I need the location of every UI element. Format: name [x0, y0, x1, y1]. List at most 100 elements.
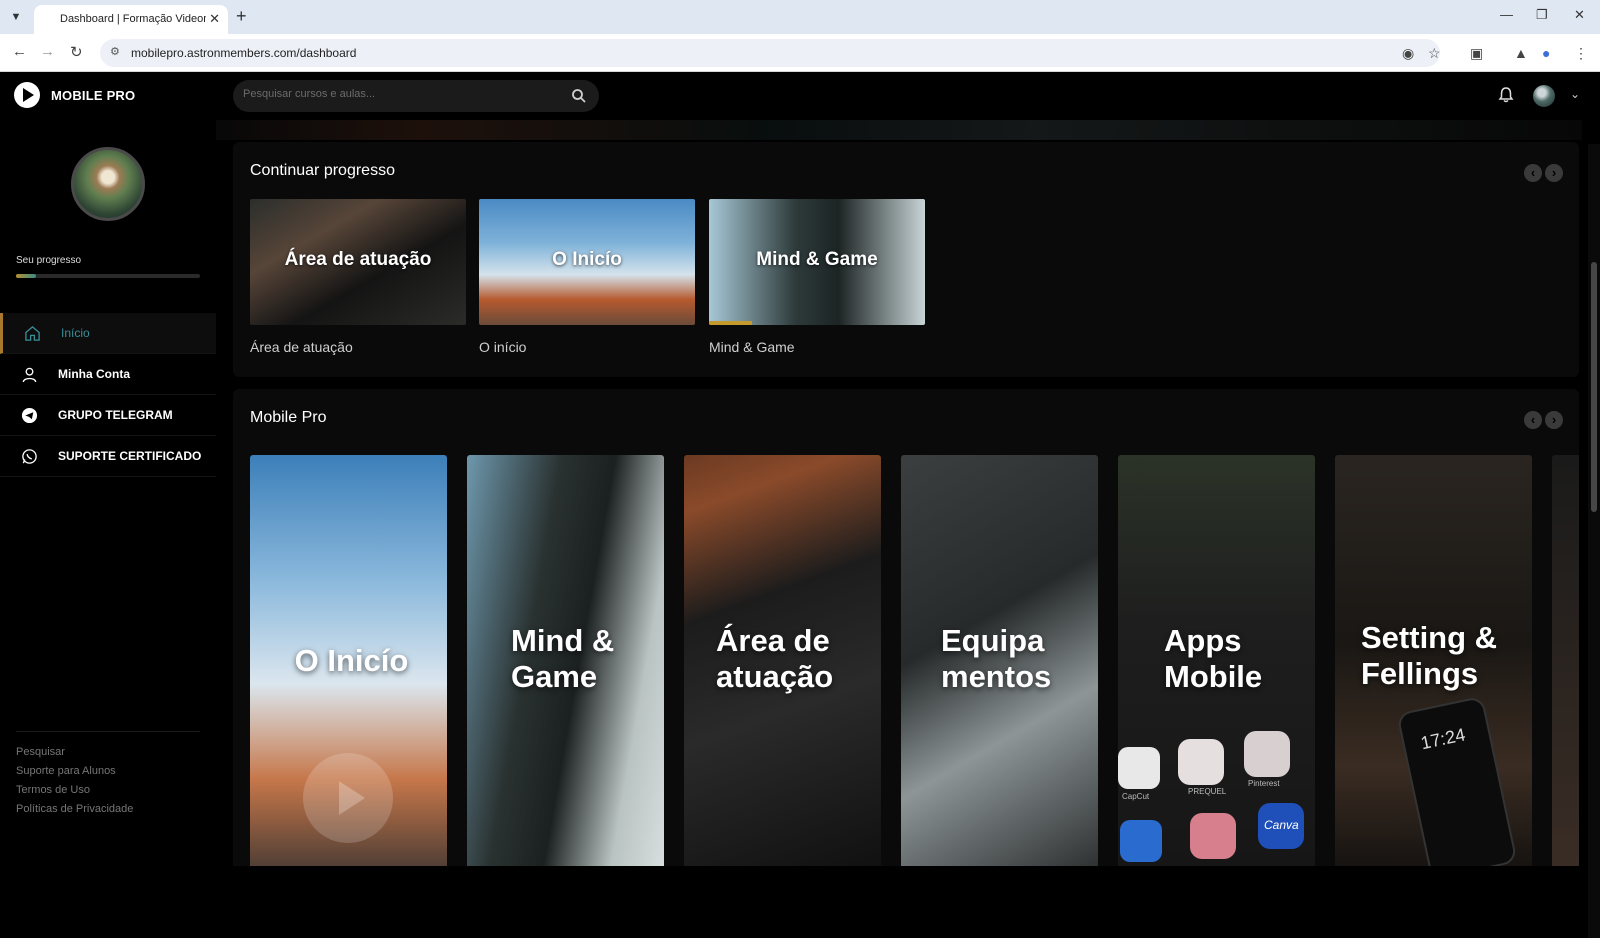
labs-icon[interactable]: ▲ — [1514, 45, 1528, 61]
scrollbar-thumb[interactable] — [1591, 262, 1597, 512]
progress-bar — [16, 274, 200, 278]
extensions-icon[interactable]: ▣ — [1470, 45, 1483, 62]
browser-tab[interactable]: Dashboard | Formação Videomaker Mobile P… — [34, 5, 228, 34]
chevron-down-icon[interactable]: ⌄ — [1570, 87, 1580, 101]
card-caption: O início — [479, 339, 527, 355]
poster-title: Equipa mentos — [941, 623, 1052, 694]
thumbnail-title: O Inicío — [552, 249, 622, 270]
course-poster[interactable]: Equipa mentos — [901, 455, 1098, 866]
chevron-left-icon[interactable]: ‹ — [1524, 164, 1542, 182]
course-poster[interactable]: Setting & Fellings 17:24 — [1335, 455, 1532, 866]
user-avatar[interactable] — [1533, 85, 1555, 107]
sidebar: Seu progresso Início Minha Conta GRUPO T… — [0, 120, 216, 866]
thumbnail-title: Área de atuação — [284, 249, 432, 270]
search-input[interactable] — [243, 88, 543, 100]
restore-icon[interactable]: ❐ — [1536, 7, 1548, 23]
pinterest-icon — [1244, 731, 1290, 777]
course-poster[interactable]: Área de atuação — [684, 455, 881, 866]
continue-card[interactable]: Área de atuação Área de atuação — [250, 199, 466, 355]
minimize-icon[interactable]: — — [1500, 7, 1513, 22]
footer-link-termos[interactable]: Termos de Uso — [16, 784, 200, 797]
new-tab-icon[interactable]: + — [236, 6, 247, 27]
section-title: Continuar progresso — [250, 162, 395, 179]
course-thumbnail: Área de atuação — [250, 199, 466, 325]
menu-icon[interactable]: ⋮ — [1574, 45, 1588, 62]
tab-title: Dashboard | Formação Videomaker Mobile P… — [60, 13, 206, 25]
app: MOBILE PRO ⌄ Seu progresso Início — [0, 72, 1600, 938]
forward-icon[interactable]: → — [40, 43, 55, 60]
continue-progress-section: Continuar progresso ‹ › Área de atuação Á… — [233, 142, 1579, 377]
chevron-right-icon[interactable]: › — [1545, 411, 1563, 429]
address-bar-row: ← → ↻ ⚙ mobilepro.astronmembers.com/dash… — [0, 34, 1600, 72]
play-icon — [303, 753, 393, 843]
tab-search-icon[interactable]: ▼ — [6, 7, 26, 27]
profile-icon[interactable]: ● — [1542, 45, 1550, 61]
notification-bell-icon[interactable] — [1497, 86, 1515, 104]
sidebar-item-inicio[interactable]: Início — [0, 313, 216, 354]
bookmark-star-icon[interactable]: ☆ — [1428, 45, 1441, 62]
thumbnail-title: Mind & Game — [756, 249, 878, 270]
phone-time: 17:24 — [1418, 724, 1468, 754]
sidebar-item-grupo-telegram[interactable]: GRUPO TELEGRAM — [0, 395, 216, 436]
chevron-right-icon[interactable]: › — [1545, 164, 1563, 182]
chevron-left-icon[interactable]: ‹ — [1524, 411, 1542, 429]
site-info-icon[interactable]: ⚙ — [110, 45, 120, 58]
course-poster[interactable]: O Inicío — [250, 455, 447, 866]
card-caption: Área de atuação — [250, 339, 353, 355]
progress-label: Seu progresso — [16, 255, 82, 266]
course-poster[interactable]: Mind & Game — [467, 455, 664, 866]
poster-title: Área de atuação — [716, 623, 834, 694]
reload-icon[interactable]: ↻ — [70, 43, 83, 61]
url-text: mobilepro.astronmembers.com/dashboard — [131, 46, 357, 60]
progress-fill — [16, 274, 37, 278]
phone-image: 17:24 — [1396, 695, 1518, 866]
sidebar-item-suporte-certificado[interactable]: SUPORTE CERTIFICADO — [0, 436, 216, 477]
sidebar-item-label: GRUPO TELEGRAM — [58, 408, 173, 422]
sidebar-item-minha-conta[interactable]: Minha Conta — [0, 354, 216, 395]
sidebar-item-label: Minha Conta — [58, 367, 130, 381]
poster-title: Mind & Game — [511, 623, 615, 694]
sidebar-nav: Início Minha Conta GRUPO TELEGRAM SUPORT… — [0, 313, 216, 477]
continue-card[interactable]: Mind & Game Mind & Game — [709, 199, 925, 355]
footer-link-privacidade[interactable]: Políticas de Privacidade — [16, 803, 200, 816]
back-icon[interactable]: ← — [12, 43, 27, 60]
close-tab-icon[interactable]: ✕ — [209, 11, 220, 27]
app-label: CapCut — [1122, 792, 1150, 801]
files-icon — [1120, 820, 1162, 862]
mobile-pro-section: Mobile Pro ‹ › O Inicío Mind & Game Área … — [233, 389, 1579, 866]
poster-title: Setting & Fellings — [1361, 620, 1498, 691]
poster-title: Apps Mobile — [1164, 623, 1263, 694]
url-field[interactable]: ⚙ mobilepro.astronmembers.com/dashboard — [100, 39, 1440, 67]
search-bar — [233, 80, 599, 112]
eye-off-icon[interactable]: ◉ — [1402, 45, 1414, 62]
whatsapp-icon — [22, 449, 37, 464]
card-caption: Mind & Game — [709, 339, 795, 355]
app-label: Canva — [1264, 818, 1299, 832]
carousel-arrows: ‹ › — [1521, 164, 1563, 182]
app-label: Pinterest — [1248, 779, 1280, 788]
app-icon — [1190, 813, 1236, 859]
close-window-icon[interactable]: ✕ — [1574, 7, 1585, 23]
search-icon[interactable] — [571, 88, 587, 104]
sidebar-footer: Pesquisar Suporte para Alunos Termos de … — [16, 731, 200, 822]
app-label: PREQUEL — [1188, 787, 1227, 796]
telegram-icon — [21, 407, 38, 424]
sidebar-item-label: SUPORTE CERTIFICADO — [58, 449, 202, 463]
user-icon — [22, 367, 37, 383]
carousel-arrows: ‹ › — [1521, 411, 1563, 429]
profile-avatar[interactable] — [71, 147, 145, 221]
canva-icon: Canva — [1258, 803, 1304, 849]
page-scrollbar[interactable] — [1588, 144, 1600, 938]
course-poster[interactable]: Apps Mobile CapCut PREQUEL Pinterest Can… — [1118, 455, 1315, 866]
section-title: Mobile Pro — [250, 409, 327, 426]
logo-text: MOBILE PRO — [51, 88, 136, 103]
sidebar-item-label: Início — [61, 326, 90, 340]
footer-link-pesquisar[interactable]: Pesquisar — [16, 746, 200, 759]
course-thumbnail: Mind & Game — [709, 199, 925, 325]
browser-tab-bar: ▼ Dashboard | Formação Videomaker Mobile… — [0, 0, 1600, 34]
course-poster-partial[interactable] — [1552, 455, 1579, 866]
continue-card[interactable]: O Inicío O início — [479, 199, 695, 355]
course-thumbnail: O Inicío — [479, 199, 695, 325]
card-progress — [709, 321, 753, 325]
footer-link-suporte[interactable]: Suporte para Alunos — [16, 765, 200, 778]
